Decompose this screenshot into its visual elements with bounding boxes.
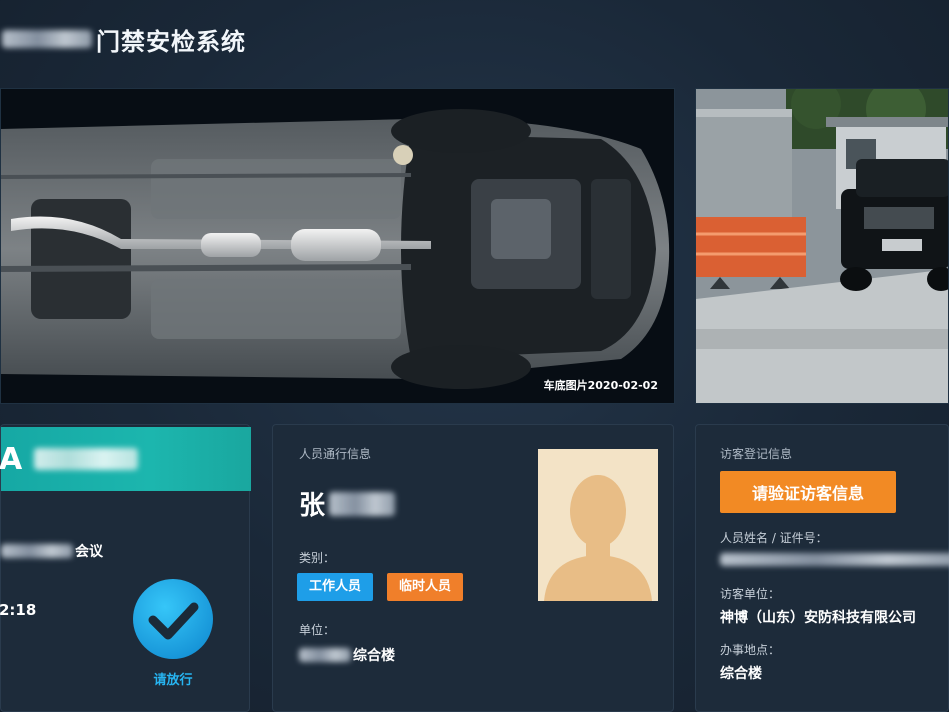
app-header: 门禁安检系统	[0, 0, 949, 78]
redacted-org-name	[2, 30, 92, 48]
pass-result-card: A 会议 2:18 请放行	[0, 424, 251, 712]
name-id-label: 人员姓名 / 证件号：	[720, 531, 828, 545]
redacted-plate-number	[34, 448, 139, 470]
pass-time: 2:18	[0, 601, 37, 619]
company-label: 访客单位：	[720, 587, 781, 601]
unit-value: 综合楼	[299, 645, 395, 665]
app-title: 门禁安检系统	[96, 27, 246, 56]
person-placeholder-icon	[538, 449, 658, 601]
gate-camera-image	[695, 88, 949, 404]
location-value: 综合楼	[720, 666, 762, 682]
gate-scene-illustration	[696, 89, 948, 403]
unit-suffix: 综合楼	[353, 648, 395, 664]
location-label: 办事地点：	[720, 643, 781, 657]
vehicle-underside-image: 车底图片2020-02-02	[0, 88, 675, 404]
check-icon	[131, 577, 215, 661]
redacted-unit-name	[299, 648, 351, 662]
tag-worker: 工作人员	[297, 573, 374, 601]
unit-label: 单位：	[299, 623, 336, 637]
person-surname: 张	[299, 491, 326, 521]
category-label: 类别：	[299, 551, 336, 565]
event-line: 会议	[1, 541, 103, 561]
vehicle-underside-illustration	[1, 89, 674, 403]
image-caption: 车底图片2020-02-02	[543, 379, 658, 392]
redacted-event-name	[1, 544, 73, 558]
section-title: 人员通行信息	[299, 447, 372, 461]
license-plate-bar: A	[0, 427, 251, 491]
redacted-given-name	[329, 491, 396, 516]
name-id-value	[720, 551, 949, 566]
section-title: 访客登记信息	[720, 447, 793, 461]
company-value: 神博（山东）安防科技有限公司	[720, 610, 916, 626]
redacted-name-id	[720, 553, 949, 566]
visitor-info-card: 访客登记信息 请验证访客信息 人员姓名 / 证件号： 访客单位： 神博（山东）安…	[695, 424, 949, 712]
tag-temporary: 临时人员	[387, 573, 464, 601]
avatar	[538, 449, 658, 601]
plate-prefix: A	[0, 441, 23, 477]
verify-visitor-button[interactable]: 请验证访客信息	[720, 471, 896, 513]
person-name: 张	[299, 485, 396, 522]
pass-label: 请放行	[153, 673, 193, 688]
event-suffix: 会议	[75, 544, 103, 560]
person-info-card: 人员通行信息 张 类别： 工作人员 临时人员 单位： 综合楼	[272, 424, 674, 712]
